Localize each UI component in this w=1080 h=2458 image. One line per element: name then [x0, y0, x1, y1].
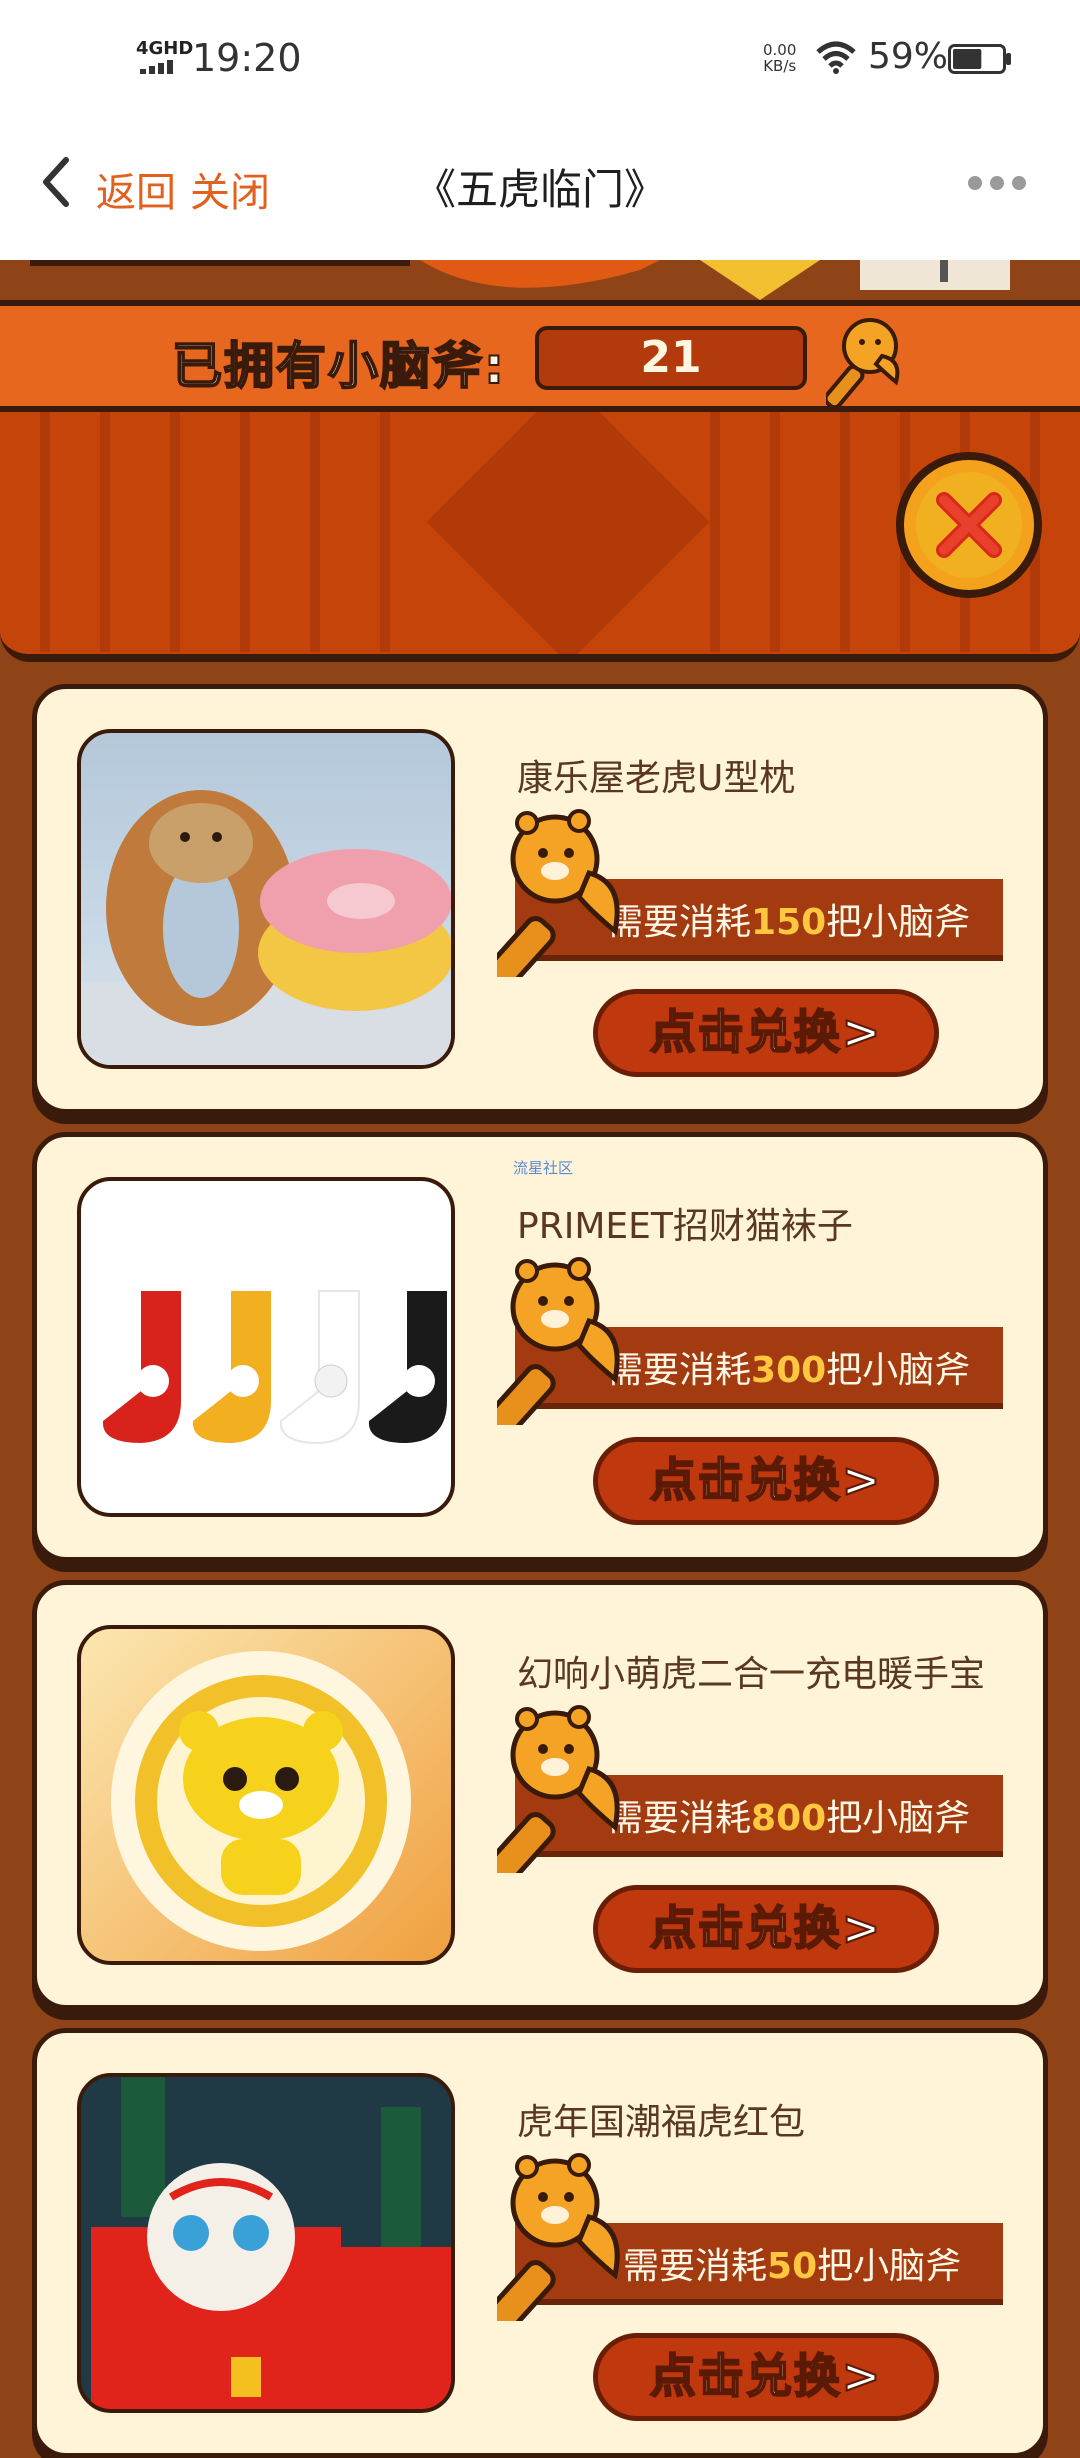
tiger-axe-icon [826, 318, 900, 408]
tiger-axe-icon [497, 1705, 620, 1873]
cost-suffix: 把小脑斧 [826, 902, 971, 943]
exchange-button[interactable]: 点击兑换> [593, 1437, 939, 1525]
exchange-button[interactable]: 点击兑换> [593, 1885, 939, 1973]
speed-value: 0.00 [763, 41, 797, 59]
cost-prefix: 需要消耗 [623, 2246, 768, 2287]
exchange-button[interactable]: 点击兑换> [593, 2333, 939, 2421]
cost-suffix: 把小脑斧 [817, 2246, 962, 2287]
product-image-socks [77, 1177, 455, 1517]
network-type: 4GHD [136, 38, 194, 59]
exchange-button[interactable]: 点击兑换> [593, 989, 939, 1077]
tiger-axe-icon [497, 1257, 620, 1425]
more-dots-icon[interactable] [968, 176, 1028, 192]
wifi-icon [816, 41, 856, 74]
cost-text: 需要消耗50把小脑斧 [623, 2237, 961, 2289]
cost-value: 150 [751, 902, 827, 943]
cost-prefix: 需要消耗 [607, 1798, 752, 1839]
product-name: 虎年国潮福虎红包 [517, 2102, 806, 2143]
clock: 19:20 [192, 36, 302, 80]
product-name: 康乐屋老虎U型枕 [517, 758, 796, 799]
cost-value: 300 [751, 1350, 827, 1391]
cost-text: 需要消耗800把小脑斧 [607, 1789, 970, 1841]
cost-text: 需要消耗300把小脑斧 [607, 1341, 970, 1393]
product-name: PRIMEET招财猫袜子 [517, 1206, 853, 1247]
cost-prefix: 需要消耗 [607, 1350, 752, 1391]
signal-icon [140, 60, 184, 74]
nav-bar: 返回 关闭 《五虎临门》 [0, 120, 1080, 260]
counter-value: 21 [535, 326, 807, 390]
product-image-hand-warmer [77, 1625, 455, 1965]
tiger-axe-icon [497, 2153, 620, 2321]
close-icon [936, 492, 1002, 558]
status-bar: 4GHD 19:20 0.00 KB/s 59% [0, 0, 1080, 120]
product-image-red-envelope [77, 2073, 455, 2413]
battery-icon [948, 44, 1011, 74]
page-title: 《五虎临门》 [413, 165, 666, 214]
product-image-pillow [77, 729, 455, 1069]
cost-value: 50 [767, 2246, 818, 2287]
cost-text: 需要消耗150把小脑斧 [607, 893, 970, 945]
product-name: 幻响小萌虎二合一充电暖手宝 [517, 1654, 986, 1695]
counter-label: 已拥有小脑斧: [171, 336, 506, 396]
tiger-emblem-icon [426, 412, 710, 654]
close-panel-button[interactable] [896, 452, 1042, 598]
tiger-axe-icon [497, 809, 620, 977]
cost-value: 800 [751, 1798, 827, 1839]
product-card: 虎年国潮福虎红包 需要消耗50把小脑斧 点击兑换> [32, 2028, 1048, 2458]
watermark: 流星社区 [513, 1159, 574, 1177]
cost-suffix: 把小脑斧 [826, 1350, 971, 1391]
product-card: 幻响小萌虎二合一充电暖手宝 需要消耗800把小脑斧 点击兑换> [32, 1580, 1048, 2010]
cost-prefix: 需要消耗 [607, 902, 752, 943]
axe-counter-bar: 已拥有小脑斧: 21 [0, 300, 1080, 412]
battery-percent: 59% [868, 36, 949, 77]
speed-unit: KB/s [763, 57, 797, 75]
product-card: 流星社区 PRIMEET招财猫袜子 需要消耗300把小脑斧 点击兑换> [32, 1132, 1048, 1562]
banner-decoration [0, 260, 1080, 300]
product-card: 康乐屋老虎U型枕 需要消耗150把小脑斧 点击兑换> [32, 684, 1048, 1114]
network-speed: 0.00 KB/s [763, 42, 796, 74]
cost-suffix: 把小脑斧 [826, 1798, 971, 1839]
